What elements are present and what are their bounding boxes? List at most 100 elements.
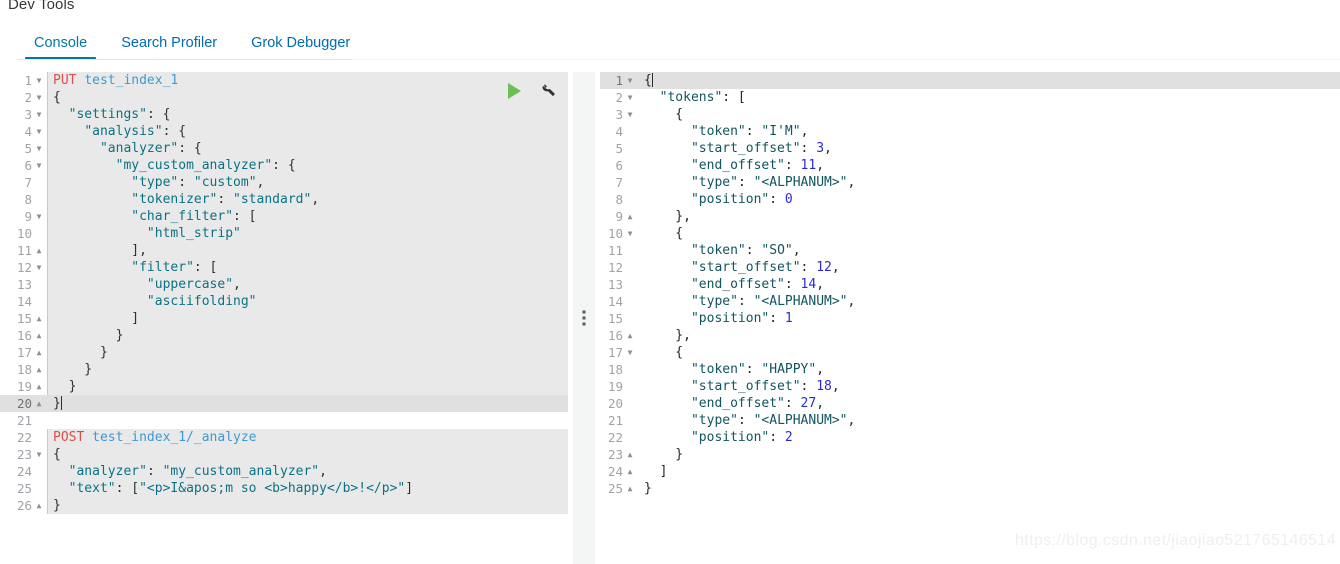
code-line[interactable]: "end_offset": 14,: [638, 276, 1340, 293]
fold-up-icon[interactable]: ▲: [625, 208, 635, 225]
fold-down-icon[interactable]: ▼: [34, 106, 44, 123]
code-line[interactable]: {: [638, 344, 1340, 361]
line-number[interactable]: 12 ▼: [0, 259, 47, 276]
line-number[interactable]: 19 ▲: [0, 378, 47, 395]
line-number[interactable]: 21: [600, 412, 638, 429]
line-number[interactable]: 3 ▼: [0, 106, 47, 123]
response-editor[interactable]: 1 ▼ 2 ▼ 3 ▼ 4 5 6 7 8 9 ▲ 10 ▼ 11 12 13 14 15 16 ▲ 17 ▼ 18 19 20 21…: [600, 72, 1340, 564]
line-number[interactable]: 14: [0, 293, 47, 310]
line-number[interactable]: 17 ▲: [0, 344, 47, 361]
code-line[interactable]: "end_offset": 27,: [638, 395, 1340, 412]
line-number[interactable]: 16 ▲: [600, 327, 638, 344]
request-code-area[interactable]: PUT test_index_1 { "settings": { "analysi…: [47, 72, 568, 564]
fold-up-icon[interactable]: ▲: [625, 463, 635, 480]
line-number[interactable]: 2 ▼: [0, 89, 47, 106]
line-number[interactable]: 10: [0, 225, 47, 242]
line-number[interactable]: 12: [600, 259, 638, 276]
code-line[interactable]: "start_offset": 18,: [638, 378, 1340, 395]
line-number[interactable]: 26 ▲: [0, 497, 47, 514]
code-line[interactable]: "type": "<ALPHANUM>",: [638, 174, 1340, 191]
fold-down-icon[interactable]: ▼: [625, 72, 635, 89]
line-number[interactable]: 3 ▼: [600, 106, 638, 123]
line-number[interactable]: 7: [600, 174, 638, 191]
code-line[interactable]: PUT test_index_1: [47, 72, 568, 89]
line-number[interactable]: 22: [600, 429, 638, 446]
code-line[interactable]: "position": 0: [638, 191, 1340, 208]
fold-up-icon[interactable]: ▲: [34, 344, 44, 361]
code-line[interactable]: }: [638, 446, 1340, 463]
code-line[interactable]: "start_offset": 3,: [638, 140, 1340, 157]
fold-down-icon[interactable]: ▼: [34, 140, 44, 157]
code-line[interactable]: "token": "HAPPY",: [638, 361, 1340, 378]
code-line[interactable]: "token": "I'M",: [638, 123, 1340, 140]
line-number[interactable]: 1 ▼: [0, 72, 47, 89]
code-line[interactable]: "text": ["<p>I&apos;m so <b>happy</b>!</…: [47, 480, 568, 497]
tab-console[interactable]: Console: [17, 35, 104, 60]
line-number[interactable]: 19: [600, 378, 638, 395]
response-code-area[interactable]: { "tokens": [ { "token": "I'M", "start_o…: [638, 72, 1340, 564]
code-line[interactable]: "position": 2: [638, 429, 1340, 446]
line-number[interactable]: 5 ▼: [0, 140, 47, 157]
tab-search-profiler[interactable]: Search Profiler: [104, 35, 234, 60]
line-number[interactable]: 10 ▼: [600, 225, 638, 242]
code-line[interactable]: "html_strip": [47, 225, 568, 242]
line-number[interactable]: 9 ▼: [0, 208, 47, 225]
line-number[interactable]: 2 ▼: [600, 89, 638, 106]
code-line[interactable]: "tokens": [: [638, 89, 1340, 106]
line-number[interactable]: 25 ▲: [600, 480, 638, 497]
code-line[interactable]: ]: [47, 310, 568, 327]
line-number[interactable]: 6: [600, 157, 638, 174]
fold-down-icon[interactable]: ▼: [34, 72, 44, 89]
line-number[interactable]: 24: [0, 463, 47, 480]
line-number[interactable]: 18 ▲: [0, 361, 47, 378]
wrench-icon[interactable]: [537, 81, 557, 101]
request-line-numbers[interactable]: 1 ▼ 2 ▼ 3 ▼ 4 ▼ 5 ▼ 6 ▼ 7 8 9 ▼ 10 11 ▲ 12 ▼ 13 14 15 ▲ 16 ▲ 17 ▲ 18 ▲…: [0, 72, 47, 564]
code-line[interactable]: }: [47, 327, 568, 344]
fold-down-icon[interactable]: ▼: [625, 106, 635, 123]
line-number[interactable]: 15 ▲: [0, 310, 47, 327]
code-line[interactable]: "uppercase",: [47, 276, 568, 293]
code-line[interactable]: "settings": {: [47, 106, 568, 123]
pane-splitter[interactable]: [568, 72, 600, 564]
fold-up-icon[interactable]: ▲: [34, 497, 44, 514]
code-line[interactable]: {: [638, 106, 1340, 123]
line-number[interactable]: 21: [0, 412, 47, 429]
code-line[interactable]: "token": "SO",: [638, 242, 1340, 259]
line-number[interactable]: 5: [600, 140, 638, 157]
fold-down-icon[interactable]: ▼: [625, 225, 635, 242]
fold-up-icon[interactable]: ▲: [625, 327, 635, 344]
line-number[interactable]: 16 ▲: [0, 327, 47, 344]
code-line[interactable]: "tokenizer": "standard",: [47, 191, 568, 208]
fold-down-icon[interactable]: ▼: [34, 259, 44, 276]
request-pane[interactable]: 1 ▼ 2 ▼ 3 ▼ 4 ▼ 5 ▼ 6 ▼ 7 8 9 ▼ 10 11 ▲ 12 ▼ 13 14 15 ▲ 16 ▲ 17 ▲ 18 ▲…: [0, 72, 568, 564]
fold-down-icon[interactable]: ▼: [34, 123, 44, 140]
code-line[interactable]: },: [638, 208, 1340, 225]
code-line[interactable]: }: [47, 344, 568, 361]
code-line[interactable]: },: [638, 327, 1340, 344]
code-line[interactable]: {: [47, 446, 568, 463]
code-line[interactable]: "type": "custom",: [47, 174, 568, 191]
response-line-numbers[interactable]: 1 ▼ 2 ▼ 3 ▼ 4 5 6 7 8 9 ▲ 10 ▼ 11 12 13 14 15 16 ▲ 17 ▼ 18 19 20 21…: [600, 72, 638, 564]
line-number[interactable]: 18: [600, 361, 638, 378]
code-line[interactable]: POST test_index_1/_analyze: [47, 429, 568, 446]
fold-down-icon[interactable]: ▼: [34, 89, 44, 106]
line-number[interactable]: 24 ▲: [600, 463, 638, 480]
line-number[interactable]: 20: [600, 395, 638, 412]
code-line[interactable]: "analysis": {: [47, 123, 568, 140]
fold-up-icon[interactable]: ▲: [625, 446, 635, 463]
code-line[interactable]: "analyzer": "my_custom_analyzer",: [47, 463, 568, 480]
line-number[interactable]: 11 ▲: [0, 242, 47, 259]
line-number[interactable]: 11: [600, 242, 638, 259]
line-number[interactable]: 23 ▲: [600, 446, 638, 463]
line-number[interactable]: 8: [600, 191, 638, 208]
fold-down-icon[interactable]: ▼: [625, 89, 635, 106]
fold-down-icon[interactable]: ▼: [34, 208, 44, 225]
line-number[interactable]: 7: [0, 174, 47, 191]
code-line[interactable]: }: [47, 361, 568, 378]
fold-up-icon[interactable]: ▲: [34, 361, 44, 378]
code-line[interactable]: "end_offset": 11,: [638, 157, 1340, 174]
code-line[interactable]: "my_custom_analyzer": {: [47, 157, 568, 174]
code-line[interactable]: }: [638, 480, 1340, 497]
play-icon[interactable]: [504, 81, 524, 101]
code-line[interactable]: ],: [47, 242, 568, 259]
